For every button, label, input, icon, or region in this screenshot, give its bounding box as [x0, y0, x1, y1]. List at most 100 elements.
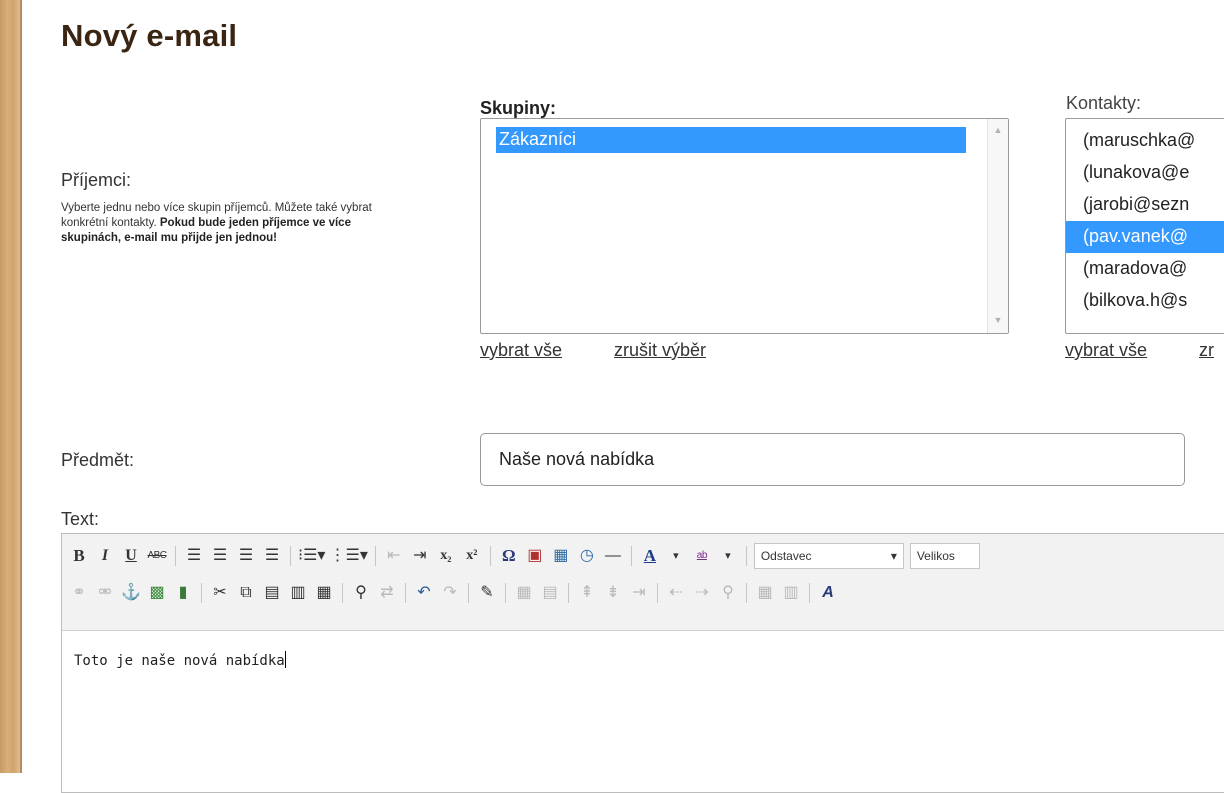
insert-col-before-icon[interactable]: ⇠	[665, 581, 687, 605]
subject-label: Předmět:	[61, 450, 135, 470]
insert-time-icon[interactable]: ◷	[576, 544, 598, 568]
align-justify-icon[interactable]: ☰	[261, 544, 283, 568]
page-title: Nový e-mail	[61, 18, 238, 53]
insert-row-after-icon[interactable]: ⇟	[602, 581, 624, 605]
toolbar-separator	[405, 583, 406, 603]
editor-text: Toto je naše nová nabídka	[74, 653, 285, 669]
scroll-down-arrow-icon[interactable]: ▼	[988, 315, 1008, 325]
contact-option[interactable]: (maradova@	[1066, 253, 1224, 285]
styles-icon[interactable]: A	[817, 581, 839, 605]
contacts-title: Kontakty:	[1066, 93, 1142, 113]
align-left-icon[interactable]: ☰	[183, 544, 205, 568]
dropdown-arrow-icon[interactable]: ▾	[665, 544, 687, 568]
horizontal-rule-button[interactable]: —	[602, 544, 624, 568]
toolbar-separator	[745, 546, 747, 566]
toolbar-separator	[809, 583, 810, 603]
recipients-help: Vyberte jednu nebo více skupin příjemců.…	[61, 201, 391, 246]
anchor-icon[interactable]: ⚓	[120, 581, 142, 605]
group-option-zakaznici[interactable]: Zákazníci	[496, 127, 966, 153]
merge-cells-icon[interactable]: ▦	[754, 581, 776, 605]
find-icon[interactable]: ⚲	[350, 581, 372, 605]
toolbar-separator	[468, 583, 469, 603]
toolbar-row-2: ⚭ ⚮ ⚓ ▩ ▮ ✂ ⧉ ▤ ▥ ▦ ⚲ ⇄ ↶ ↷ ✎ ▦ ▤ ⇞ ⇟ ⇥	[68, 578, 843, 608]
contacts-listbox[interactable]: (maruschka@ (lunakova@e (jarobi@sezn (pa…	[1065, 118, 1224, 334]
contact-option[interactable]: (jarobi@sezn	[1066, 189, 1224, 221]
scroll-up-arrow-icon[interactable]: ▲	[988, 125, 1008, 135]
edit-html-icon[interactable]: ✎	[476, 581, 498, 605]
image-icon[interactable]: ▩	[146, 581, 168, 605]
outdent-icon[interactable]: ⇤	[383, 544, 405, 568]
subscript-button[interactable]: x₂	[435, 544, 457, 568]
groups-clear-selection-link[interactable]: zrušit výběr	[614, 340, 706, 361]
paste-word-icon[interactable]: ▦	[313, 581, 335, 605]
table-props-icon[interactable]: ▤	[539, 581, 561, 605]
toolbar-separator	[201, 583, 202, 603]
cut-icon[interactable]: ✂	[209, 581, 231, 605]
highlight-color-button[interactable]: ab	[691, 544, 713, 568]
media-icon[interactable]: ▮	[172, 581, 194, 605]
redo-icon[interactable]: ↷	[439, 581, 461, 605]
subject-input[interactable]	[480, 433, 1185, 486]
toolbar-separator	[568, 583, 569, 603]
dropdown-arrow-icon[interactable]: ▾	[717, 544, 739, 568]
toolbar-separator	[657, 583, 658, 603]
groups-title: Skupiny:	[480, 98, 557, 118]
rich-text-editor[interactable]: B I U ABC ☰ ☰ ☰ ☰ ⁝☰▾ ⋮☰▾ ⇤ ⇥ x₂ x² Ω ▣ …	[61, 533, 1224, 793]
insert-col-after-icon[interactable]: ⇢	[691, 581, 713, 605]
bold-button[interactable]: B	[68, 544, 90, 568]
left-decorative-bar	[0, 0, 22, 773]
text-label: Text:	[61, 509, 100, 529]
contact-option-selected[interactable]: (pav.vanek@	[1066, 221, 1224, 253]
align-right-icon[interactable]: ☰	[235, 544, 257, 568]
paragraph-format-value: Odstavec	[760, 549, 812, 563]
bullet-list-icon[interactable]: ⁝☰▾	[298, 544, 325, 568]
editor-toolbar: B I U ABC ☰ ☰ ☰ ☰ ⁝☰▾ ⋮☰▾ ⇤ ⇥ x₂ x² Ω ▣ …	[62, 534, 1224, 631]
split-cells-icon[interactable]: ▥	[780, 581, 802, 605]
font-size-value: Velikos	[916, 549, 955, 563]
align-center-icon[interactable]: ☰	[209, 544, 231, 568]
recipients-label: Příjemci:	[61, 170, 132, 190]
insert-image-icon[interactable]: ▣	[524, 544, 546, 568]
contacts-select-all-link[interactable]: vybrat vše	[1065, 340, 1147, 361]
delete-col-icon[interactable]: ⚲	[717, 581, 739, 605]
font-color-button[interactable]: A	[639, 544, 661, 568]
link-icon[interactable]: ⚭	[68, 581, 90, 605]
unlink-icon[interactable]: ⚮	[94, 581, 116, 605]
paragraph-format-select[interactable]: Odstavec ▾	[753, 543, 904, 569]
toolbar-separator	[342, 583, 343, 603]
paste-icon[interactable]: ▤	[261, 581, 283, 605]
toolbar-separator	[746, 583, 747, 603]
chevron-down-icon: ▾	[890, 549, 897, 563]
insert-date-icon[interactable]: ▦	[550, 544, 572, 568]
toolbar-separator	[374, 546, 376, 566]
contact-option[interactable]: (lunakova@e	[1066, 157, 1224, 189]
groups-listbox[interactable]: Zákazníci ▲ ▼	[480, 118, 1009, 334]
toolbar-separator	[630, 546, 632, 566]
copy-icon[interactable]: ⧉	[235, 581, 257, 605]
font-size-select[interactable]: Velikos	[909, 543, 980, 569]
toolbar-separator	[505, 583, 506, 603]
toolbar-separator	[175, 546, 176, 566]
groups-scrollbar[interactable]: ▲ ▼	[987, 119, 1008, 333]
special-char-button[interactable]: Ω	[498, 544, 520, 568]
insert-row-before-icon[interactable]: ⇞	[576, 581, 598, 605]
indent-icon[interactable]: ⇥	[409, 544, 431, 568]
numbered-list-icon[interactable]: ⋮☰▾	[329, 544, 367, 568]
delete-row-icon[interactable]: ⇥	[628, 581, 650, 605]
toolbar-separator	[290, 546, 291, 566]
contact-option[interactable]: (bilkova.h@s	[1066, 285, 1224, 317]
paste-text-icon[interactable]: ▥	[287, 581, 309, 605]
toolbar-separator	[489, 546, 491, 566]
superscript-button[interactable]: x²	[461, 544, 483, 568]
italic-button[interactable]: I	[94, 544, 116, 568]
replace-icon[interactable]: ⇄	[376, 581, 398, 605]
table-icon[interactable]: ▦	[513, 581, 535, 605]
text-caret	[284, 651, 286, 668]
contact-option[interactable]: (maruschka@	[1066, 125, 1224, 157]
undo-icon[interactable]: ↶	[413, 581, 435, 605]
contacts-clear-selection-link[interactable]: zr	[1199, 340, 1214, 361]
editor-content[interactable]: Toto je naše nová nabídka	[62, 631, 1224, 689]
underline-button[interactable]: U	[120, 544, 142, 568]
groups-select-all-link[interactable]: vybrat vše	[480, 340, 562, 361]
strikethrough-button[interactable]: ABC	[146, 544, 168, 568]
